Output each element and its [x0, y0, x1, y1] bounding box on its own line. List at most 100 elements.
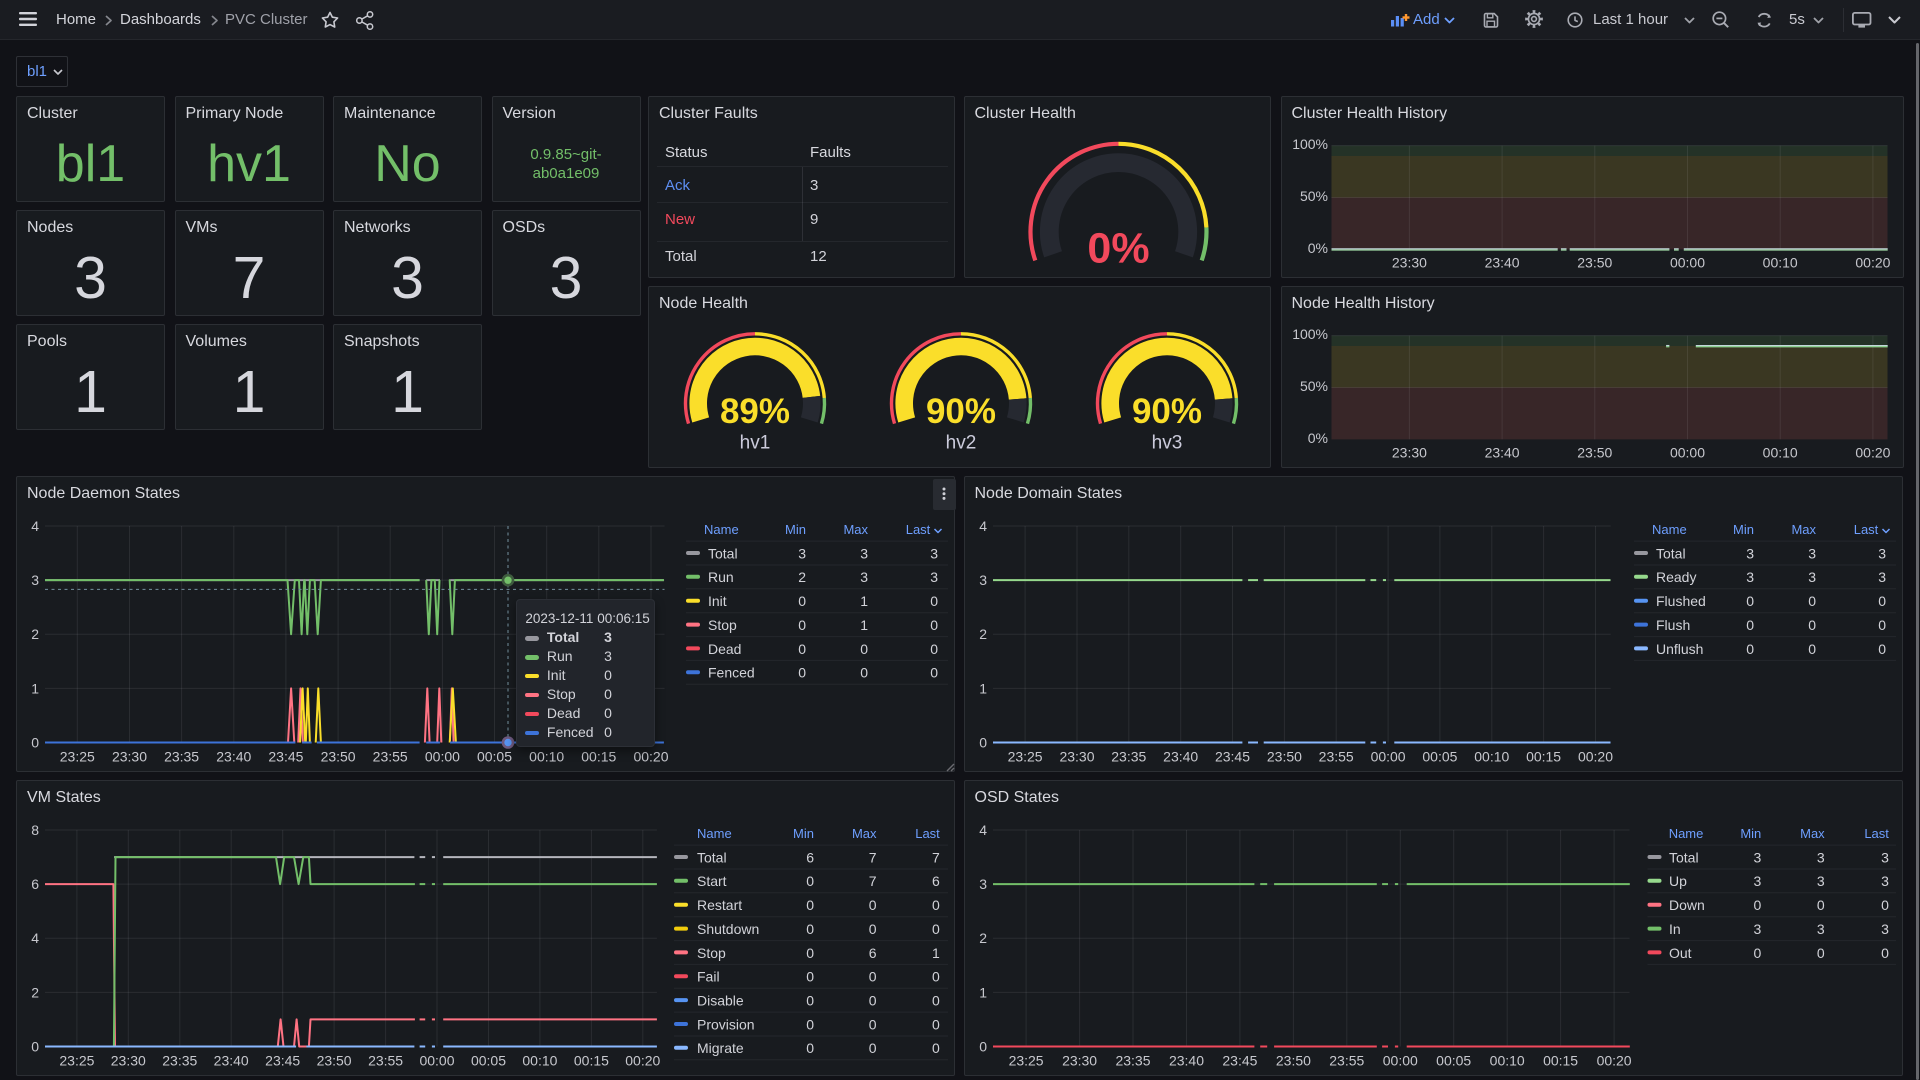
- svg-text:0: 0: [798, 641, 806, 657]
- svg-text:3: 3: [1753, 921, 1761, 937]
- svg-text:0: 0: [932, 897, 940, 913]
- svg-text:0%: 0%: [1307, 430, 1327, 446]
- svg-text:Init: Init: [708, 593, 727, 609]
- svg-text:Fenced: Fenced: [708, 665, 755, 681]
- svg-text:Restart: Restart: [697, 897, 742, 913]
- svg-text:0: 0: [806, 873, 814, 889]
- svg-text:Run: Run: [708, 569, 734, 585]
- svg-text:0: 0: [1746, 593, 1754, 609]
- svg-text:3: 3: [930, 569, 938, 585]
- svg-text:Last: Last: [1853, 522, 1878, 537]
- svg-text:100%: 100%: [1292, 136, 1328, 152]
- svg-text:0: 0: [1753, 945, 1761, 961]
- svg-text:0: 0: [932, 921, 940, 937]
- svg-text:3: 3: [1753, 849, 1761, 865]
- svg-text:hv3: hv3: [1152, 433, 1183, 454]
- svg-text:Max: Max: [852, 826, 877, 841]
- svg-text:0: 0: [932, 1016, 940, 1032]
- svg-text:0: 0: [1746, 617, 1754, 633]
- svg-text:0: 0: [930, 641, 938, 657]
- svg-text:0: 0: [930, 617, 938, 633]
- svg-text:Name: Name: [704, 522, 739, 537]
- svg-text:0: 0: [860, 665, 868, 681]
- svg-text:7: 7: [869, 849, 877, 865]
- svg-text:0: 0: [932, 1040, 940, 1056]
- svg-text:hv1: hv1: [740, 433, 771, 454]
- svg-text:23:30: 23:30: [1391, 445, 1426, 461]
- svg-text:0: 0: [798, 665, 806, 681]
- svg-text:Total: Total: [1656, 545, 1686, 561]
- svg-text:Min: Min: [785, 522, 806, 537]
- svg-text:0: 0: [1816, 897, 1824, 913]
- svg-text:0: 0: [930, 593, 938, 609]
- svg-text:3: 3: [1881, 849, 1889, 865]
- svg-text:0: 0: [1881, 897, 1889, 913]
- svg-text:90%: 90%: [926, 392, 996, 431]
- svg-text:Max: Max: [1800, 826, 1825, 841]
- svg-text:3: 3: [1808, 545, 1816, 561]
- svg-text:23:30: 23:30: [1391, 255, 1426, 271]
- svg-text:Ready: Ready: [1656, 569, 1696, 585]
- svg-text:7: 7: [869, 873, 877, 889]
- svg-text:Min: Min: [1740, 826, 1761, 841]
- svg-text:0: 0: [1808, 593, 1816, 609]
- svg-text:3: 3: [1816, 849, 1824, 865]
- svg-text:Flush: Flush: [1656, 617, 1690, 633]
- svg-text:0: 0: [932, 969, 940, 985]
- svg-text:3: 3: [1816, 873, 1824, 889]
- svg-text:0: 0: [869, 1040, 877, 1056]
- svg-text:23:50: 23:50: [1577, 445, 1612, 461]
- svg-text:3: 3: [1808, 569, 1816, 585]
- svg-text:0: 0: [798, 617, 806, 633]
- svg-text:3: 3: [798, 545, 806, 561]
- svg-text:0: 0: [869, 993, 877, 1009]
- svg-text:0: 0: [806, 921, 814, 937]
- svg-text:Stop: Stop: [708, 617, 737, 633]
- svg-text:0: 0: [1878, 641, 1886, 657]
- svg-text:Stop: Stop: [697, 945, 726, 961]
- svg-text:6: 6: [932, 873, 940, 889]
- svg-text:Out: Out: [1669, 945, 1692, 961]
- svg-text:0: 0: [806, 1040, 814, 1056]
- svg-text:Disable: Disable: [697, 993, 744, 1009]
- svg-text:0: 0: [798, 593, 806, 609]
- svg-text:3: 3: [1878, 545, 1886, 561]
- svg-text:Up: Up: [1669, 873, 1687, 889]
- svg-text:Start: Start: [697, 873, 727, 889]
- svg-text:Max: Max: [1791, 522, 1816, 537]
- svg-text:Total: Total: [708, 545, 738, 561]
- svg-text:Total: Total: [697, 849, 727, 865]
- svg-text:Dead: Dead: [708, 641, 741, 657]
- svg-text:3: 3: [1881, 873, 1889, 889]
- svg-text:3: 3: [860, 545, 868, 561]
- svg-text:100%: 100%: [1292, 326, 1328, 342]
- svg-text:Last: Last: [915, 826, 940, 841]
- svg-text:0: 0: [1816, 945, 1824, 961]
- svg-text:Shutdown: Shutdown: [697, 921, 759, 937]
- svg-text:3: 3: [1816, 921, 1824, 937]
- svg-text:89%: 89%: [720, 392, 790, 431]
- svg-text:0: 0: [806, 1016, 814, 1032]
- svg-text:90%: 90%: [1132, 392, 1202, 431]
- svg-text:1: 1: [860, 593, 868, 609]
- svg-text:00:20: 00:20: [1855, 445, 1890, 461]
- svg-text:Migrate: Migrate: [697, 1040, 744, 1056]
- svg-text:Name: Name: [1668, 826, 1703, 841]
- svg-text:0: 0: [1878, 593, 1886, 609]
- svg-text:0: 0: [1878, 617, 1886, 633]
- svg-text:0: 0: [930, 665, 938, 681]
- svg-text:Unflush: Unflush: [1656, 641, 1703, 657]
- svg-text:3: 3: [1878, 569, 1886, 585]
- svg-text:3: 3: [1753, 873, 1761, 889]
- svg-text:0: 0: [806, 897, 814, 913]
- svg-text:50%: 50%: [1299, 188, 1327, 204]
- svg-text:6: 6: [869, 945, 877, 961]
- svg-text:0%: 0%: [1307, 240, 1327, 256]
- svg-text:0: 0: [1753, 897, 1761, 913]
- svg-text:Max: Max: [843, 522, 868, 537]
- svg-text:0: 0: [806, 945, 814, 961]
- svg-text:In: In: [1669, 921, 1681, 937]
- svg-text:0: 0: [806, 969, 814, 985]
- svg-text:0: 0: [1746, 641, 1754, 657]
- svg-text:Min: Min: [793, 826, 814, 841]
